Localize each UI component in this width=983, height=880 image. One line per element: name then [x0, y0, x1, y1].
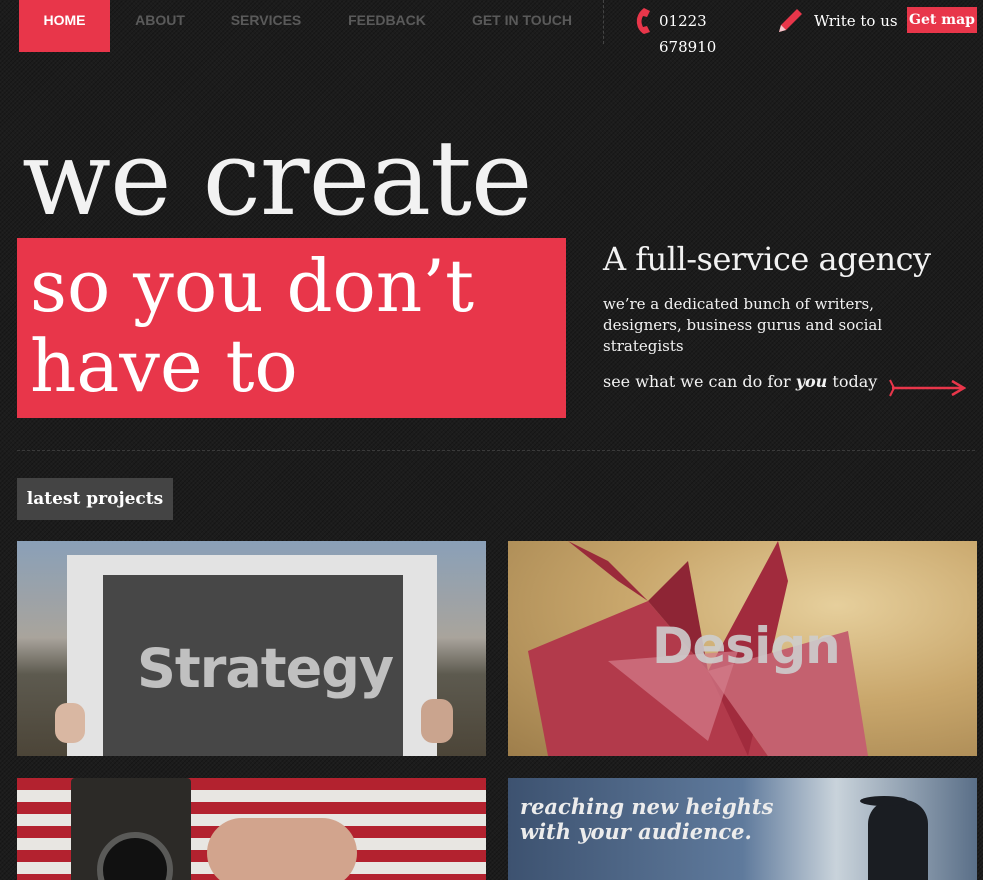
latest-projects-heading: latest projects: [17, 478, 173, 520]
project-tile-3[interactable]: [17, 778, 486, 880]
hat-brim: [860, 796, 908, 806]
project-tile-strategy[interactable]: Strategy: [17, 541, 486, 756]
agency-title: A full-service agency: [603, 240, 931, 278]
nav-services[interactable]: SERVICES: [220, 0, 312, 52]
arrow-right-icon[interactable]: [886, 376, 966, 400]
nav-about[interactable]: ABOUT: [125, 0, 195, 52]
write-to-us-label: Write to us: [814, 12, 898, 30]
nav-divider: [603, 0, 604, 44]
write-to-us-link[interactable]: Write to us: [776, 8, 900, 34]
nav-feedback[interactable]: FEEDBACK: [340, 0, 434, 52]
cta-prefix: see what we can do for: [603, 372, 796, 391]
hiker-silhouette: [868, 800, 928, 880]
nav-get-in-touch[interactable]: GET IN TOUCH: [462, 0, 582, 52]
tile-label-design: Design: [652, 617, 841, 675]
phone-link[interactable]: 01223 678910: [630, 8, 762, 56]
cta-suffix: today: [827, 372, 878, 391]
nav-home[interactable]: HOME: [19, 0, 110, 52]
project-tile-4[interactable]: reaching new heights with your audience.: [508, 778, 977, 880]
tile-caption-4: reaching new heights with your audience.: [520, 794, 774, 844]
hand-right: [421, 699, 453, 743]
pencil-icon: [779, 9, 802, 32]
services-cta-link[interactable]: see what we can do for you today: [603, 372, 877, 391]
section-divider: [17, 450, 975, 451]
cta-emphasis: you: [795, 372, 828, 391]
phone-icon: [636, 8, 650, 34]
top-navigation: HOME ABOUT SERVICES FEEDBACK GET IN TOUC…: [0, 0, 983, 56]
hand-shape: [207, 818, 357, 880]
phone-number: 01223 678910: [659, 12, 717, 56]
tile-label-strategy: Strategy: [137, 637, 394, 700]
get-map-button[interactable]: Get map: [907, 7, 977, 33]
agency-description: we’re a dedicated bunch of writers, desi…: [603, 295, 883, 355]
hero-headline: we create: [22, 117, 532, 239]
project-tile-design[interactable]: Design: [508, 541, 977, 756]
hero-subheadline: so you don’t have to: [30, 246, 474, 406]
hero-line-3: have to: [30, 324, 298, 408]
hand-left: [55, 703, 85, 743]
hero-line-2: so you don’t: [30, 244, 475, 328]
